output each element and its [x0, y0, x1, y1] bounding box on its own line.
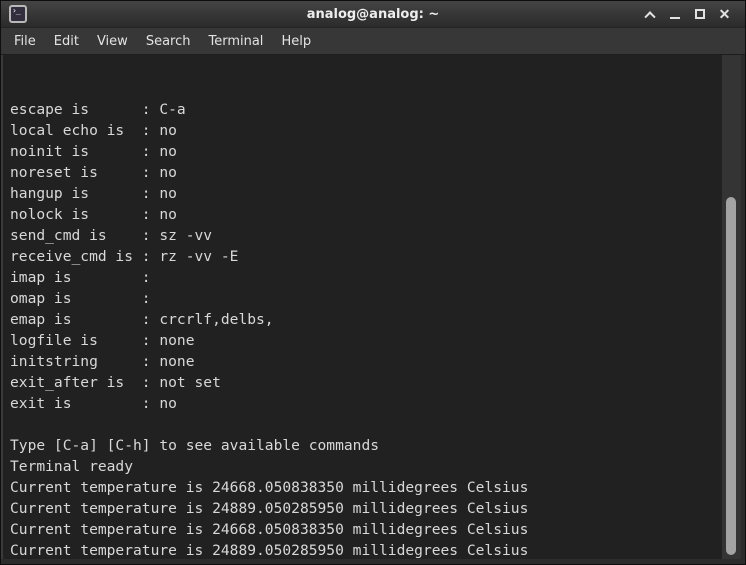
terminal-line: omap is :	[10, 288, 722, 309]
terminal-line: Terminal ready	[10, 456, 722, 477]
terminal-line: imap is :	[10, 267, 722, 288]
terminal-line: emap is : crcrlf,delbs,	[10, 309, 722, 330]
terminal-line: noinit is : no	[10, 141, 722, 162]
terminal-line: Current temperature is 24889.050285950 m…	[10, 540, 722, 559]
close-button[interactable]: ✕	[712, 1, 737, 27]
scrollbar-track[interactable]	[722, 55, 741, 559]
window-frame-right	[741, 55, 745, 559]
terminal-line: nolock is : no	[10, 204, 722, 225]
title-bar[interactable]: ›_ analog@analog: ~ ✕	[1, 1, 745, 28]
terminal-line: Current temperature is 24668.050838350 m…	[10, 519, 722, 540]
menu-file[interactable]: File	[5, 28, 45, 54]
terminal-line: Type [C-a] [C-h] to see available comman…	[10, 435, 722, 456]
chevron-up-icon	[644, 11, 655, 22]
terminal-screen[interactable]: escape is : C-alocal echo is : nonoinit …	[3, 55, 722, 559]
terminal-line: exit is : no	[10, 393, 722, 414]
terminal-line: receive_cmd is : rz -vv -E	[10, 246, 722, 267]
maximize-button[interactable]	[687, 1, 712, 27]
rollup-button[interactable]	[637, 1, 662, 27]
scrollbar-thumb[interactable]	[726, 197, 736, 555]
terminal-line: Current temperature is 24668.050838350 m…	[10, 477, 722, 498]
close-icon: ✕	[719, 7, 731, 21]
menu-search[interactable]: Search	[137, 28, 200, 54]
terminal-line: hangup is : no	[10, 183, 722, 204]
minimize-icon	[670, 17, 680, 19]
window-frame-bottom	[1, 559, 745, 564]
terminal-line: logfile is : none	[10, 330, 722, 351]
terminal-line: noreset is : no	[10, 162, 722, 183]
menu-terminal[interactable]: Terminal	[199, 28, 272, 54]
terminal-line: exit_after is : not set	[10, 372, 722, 393]
terminal-line: escape is : C-a	[10, 99, 722, 120]
terminal-line: local echo is : no	[10, 120, 722, 141]
window-controls: ✕	[637, 1, 737, 27]
terminal-line	[10, 414, 722, 435]
maximize-icon	[695, 9, 705, 19]
prompt-glyph: ›_	[12, 7, 20, 15]
menu-edit[interactable]: Edit	[45, 28, 88, 54]
terminal-area: escape is : C-alocal echo is : nonoinit …	[1, 55, 745, 559]
terminal-icon: ›_	[9, 5, 27, 23]
terminal-line: initstring : none	[10, 351, 722, 372]
window-title: analog@analog: ~	[1, 7, 745, 22]
terminal-window: ›_ analog@analog: ~ ✕ File Edit View Sea…	[0, 0, 746, 565]
terminal-line: send_cmd is : sz -vv	[10, 225, 722, 246]
terminal-output: escape is : C-alocal echo is : nonoinit …	[10, 99, 722, 559]
menu-help[interactable]: Help	[272, 28, 320, 54]
menu-view[interactable]: View	[88, 28, 137, 54]
menu-bar: File Edit View Search Terminal Help	[1, 28, 745, 55]
minimize-button[interactable]	[662, 1, 687, 27]
terminal-line: Current temperature is 24889.050285950 m…	[10, 498, 722, 519]
